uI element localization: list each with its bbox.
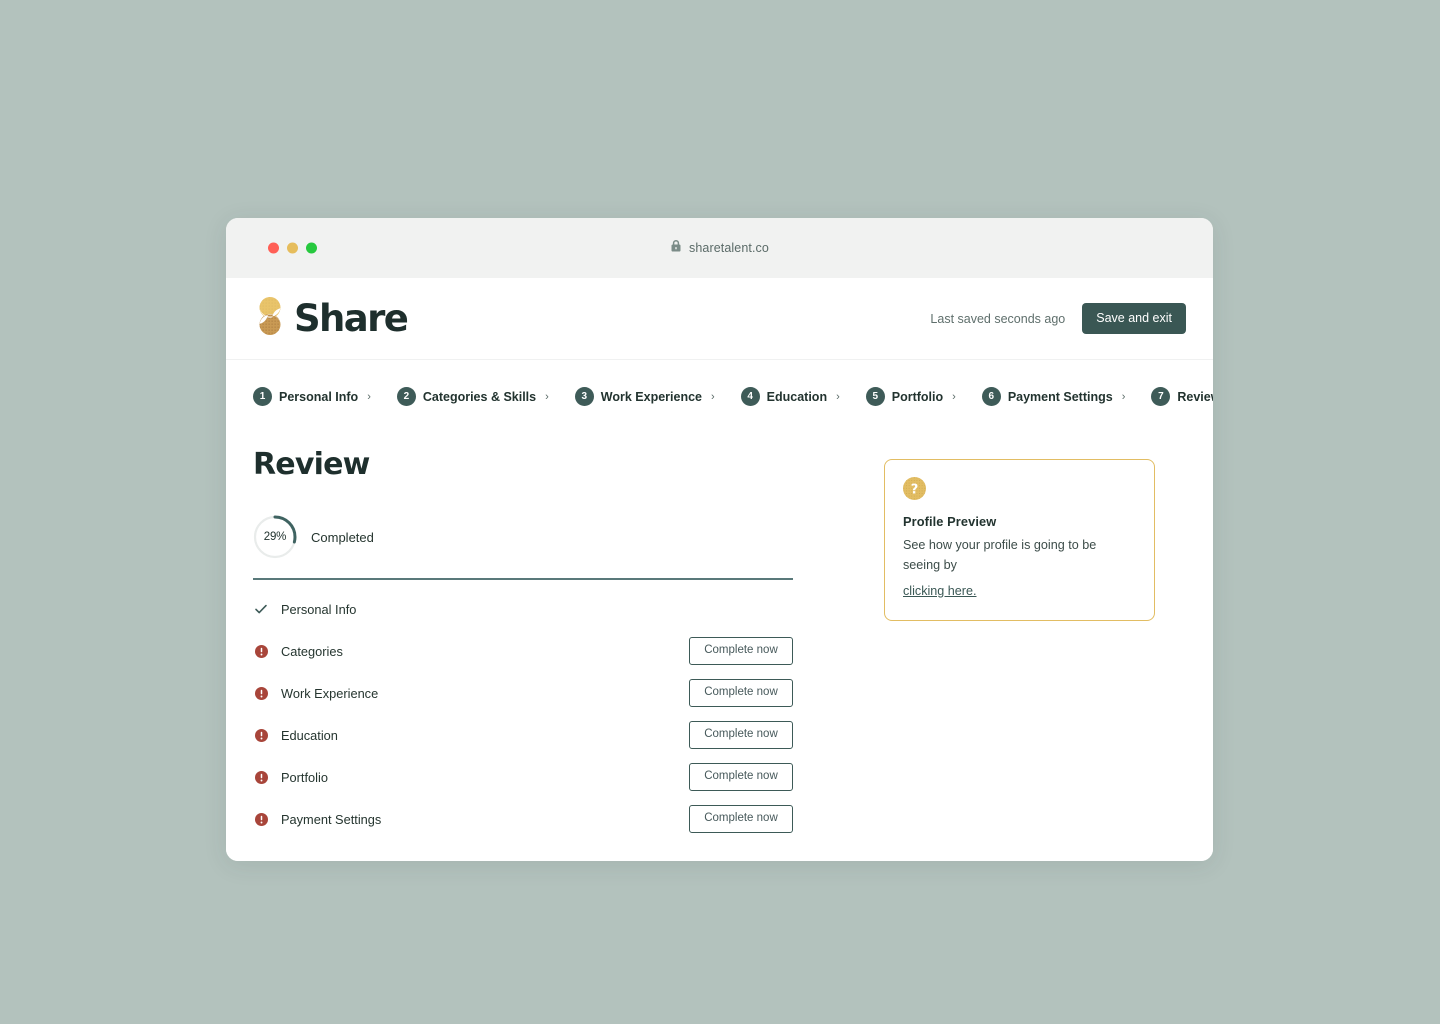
last-saved-status: Last saved seconds ago (930, 311, 1066, 326)
checklist-item-label: Education (281, 727, 338, 743)
checklist-item-label: Work Experience (281, 685, 379, 701)
review-column: Review 29% Completed Personal Info Categ… (253, 450, 820, 840)
checklist-item-label: Categories (281, 643, 343, 659)
question-mark-icon: ? (903, 477, 1136, 505)
step-number: 3 (574, 387, 594, 406)
site-header: Share Last saved seconds ago Save and ex… (226, 278, 1213, 360)
sidebar-column: ? Profile Preview See how your profile i… (820, 450, 1186, 840)
browser-chrome: sharetalent.co (226, 218, 1213, 278)
screen: sharetalent.co Share Last saved seconds … (0, 0, 1440, 1024)
chevron-right-icon: › (367, 390, 371, 403)
progress-completed-label: Completed (311, 529, 374, 545)
checklist-row: Categories Complete now (253, 630, 793, 672)
complete-now-button[interactable]: Complete now (689, 805, 793, 833)
preview-card-body: See how your profile is going to be seei… (903, 538, 1097, 572)
svg-text:?: ? (911, 482, 919, 497)
preview-card-title: Profile Preview (903, 514, 997, 529)
checklist-item-label: Portfolio (281, 769, 328, 785)
checklist-row: Personal Info (253, 588, 793, 630)
alert-icon (253, 769, 269, 785)
chevron-right-icon: › (836, 390, 840, 403)
checklist-row: Work Experience Complete now (253, 672, 793, 714)
checklist-item-label: Personal Info (281, 601, 357, 617)
step-number: 2 (396, 387, 416, 406)
step-number: 5 (865, 387, 885, 406)
complete-now-button[interactable]: Complete now (689, 637, 793, 665)
chevron-right-icon: › (952, 390, 956, 403)
complete-now-button[interactable]: Complete now (689, 679, 793, 707)
step-number: 7 (1151, 387, 1171, 406)
step-number: 6 (981, 387, 1001, 406)
header-actions: Last saved seconds ago Save and exit (930, 303, 1186, 334)
step-label: Review (1177, 389, 1213, 404)
checklist-row: Payment Settings Complete now (253, 798, 793, 840)
step-review[interactable]: 7 Review (1151, 387, 1213, 406)
checklist-row: Education Complete now (253, 714, 793, 756)
page-title: Review (253, 447, 370, 482)
section-divider (253, 578, 793, 580)
step-label: Payment Settings (1007, 389, 1113, 404)
logo-text: Share (294, 297, 409, 340)
app-logo[interactable]: Share (253, 296, 409, 341)
step-label: Categories & Skills (422, 389, 537, 404)
step-personal-info[interactable]: 1 Personal Info › (253, 387, 371, 406)
step-label: Education (766, 389, 828, 404)
page-content: Share Last saved seconds ago Save and ex… (226, 278, 1213, 861)
completion-progress: 29% Completed (253, 515, 820, 559)
address-bar[interactable]: sharetalent.co (226, 239, 1213, 257)
alert-icon (253, 685, 269, 701)
step-label: Personal Info (279, 389, 359, 404)
chevron-right-icon: › (710, 390, 715, 403)
alert-icon (253, 811, 269, 827)
complete-now-button[interactable]: Complete now (689, 721, 793, 749)
preview-card-link[interactable]: clicking here. (903, 584, 977, 598)
check-icon (253, 601, 269, 617)
wizard-stepper: 1 Personal Info › 2 Categories & Skills › 3 Wor… (226, 360, 1213, 406)
step-label: Work Experience (600, 389, 702, 404)
chevron-right-icon: › (1121, 390, 1126, 403)
progress-percent-label: 29% (263, 531, 287, 543)
step-portfolio[interactable]: 5 Portfolio › (865, 387, 956, 406)
review-checklist: Personal Info Categories Complete now Work … (253, 588, 820, 840)
alert-icon (253, 727, 269, 743)
checklist-row: Portfolio Complete now (253, 756, 793, 798)
save-and-exit-button[interactable]: Save and exit (1082, 303, 1186, 334)
step-number: 4 (740, 387, 760, 406)
checklist-item-label: Payment Settings (281, 811, 382, 827)
step-label: Portfolio (891, 389, 944, 404)
lock-icon (670, 239, 682, 257)
url-text: sharetalent.co (689, 241, 769, 255)
profile-preview-card: ? Profile Preview See how your profile i… (884, 459, 1155, 622)
step-number: 1 (253, 387, 272, 406)
share-s-logo-icon (253, 296, 287, 341)
main-region: Review 29% Completed Personal Info Categ… (226, 406, 1213, 840)
complete-now-button[interactable]: Complete now (689, 763, 793, 791)
progress-ring: 29% (253, 515, 297, 559)
step-categories-skills[interactable]: 2 Categories & Skills › (396, 387, 549, 406)
chevron-right-icon: › (545, 390, 549, 403)
alert-icon (253, 643, 269, 659)
step-work-experience[interactable]: 3 Work Experience › (574, 387, 715, 406)
browser-window: sharetalent.co Share Last saved seconds … (226, 218, 1213, 861)
step-education[interactable]: 4 Education › (740, 387, 840, 406)
step-payment-settings[interactable]: 6 Payment Settings › (981, 387, 1126, 406)
